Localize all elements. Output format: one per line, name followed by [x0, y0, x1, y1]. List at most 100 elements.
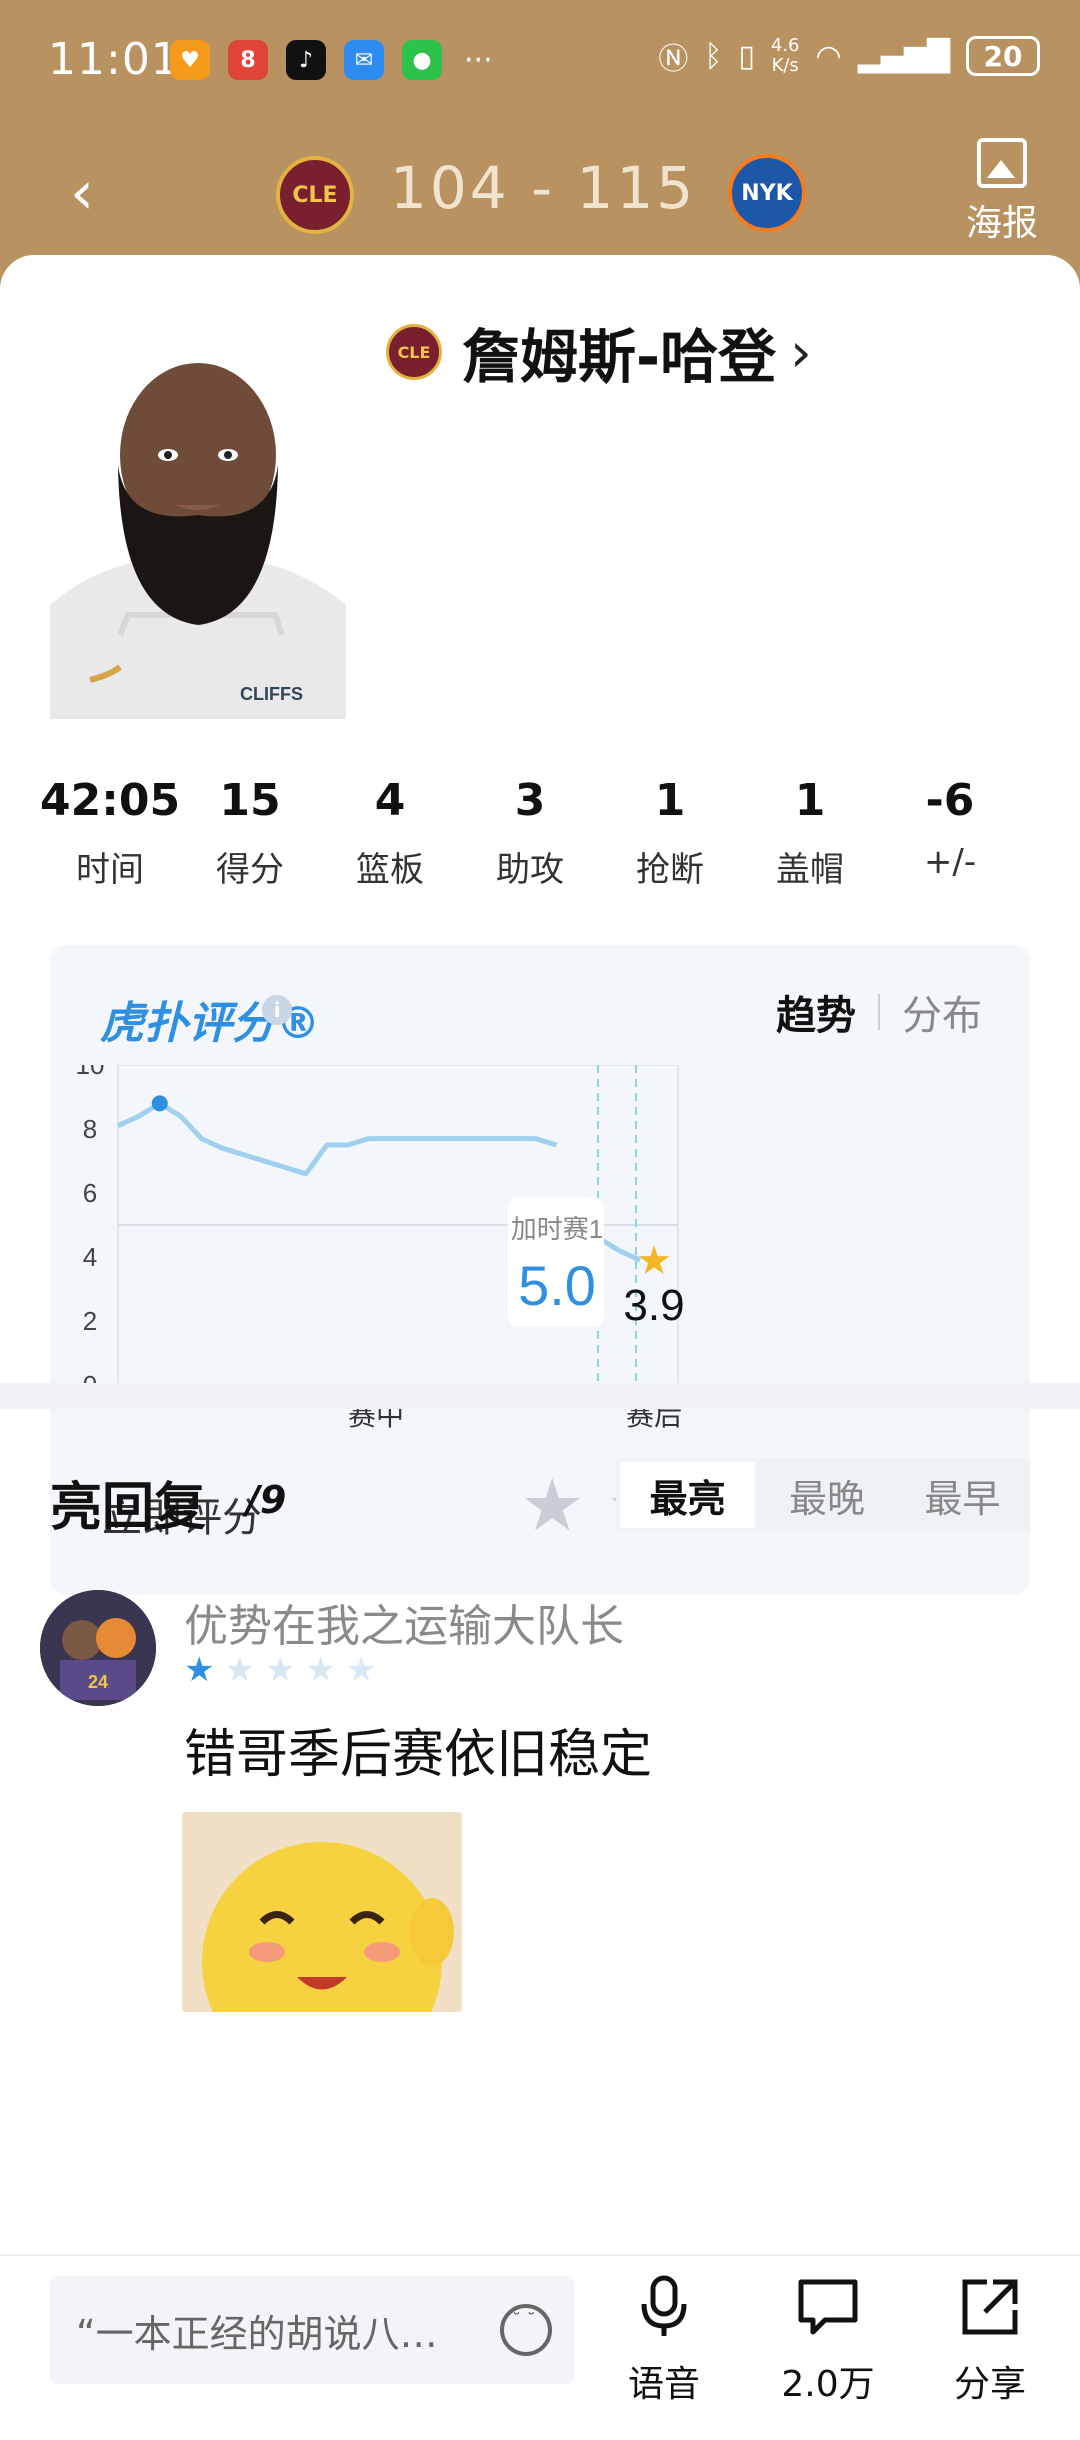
comment-icon	[758, 2274, 898, 2355]
app-notification-icon: ♥	[170, 40, 210, 80]
comments-count: /9	[246, 1478, 287, 1522]
comments-title: 亮回复	[50, 1478, 207, 1538]
game-score: 104 - 115	[390, 154, 697, 222]
battery-level: 20	[983, 39, 1023, 73]
stat-value: 1	[654, 775, 686, 826]
stat-value: 42:05	[40, 775, 181, 826]
comment-count-label: 2.0万	[781, 2364, 875, 2405]
sort-earliest[interactable]: 最早	[895, 1458, 1030, 1532]
info-icon[interactable]: i	[262, 995, 292, 1025]
player-team-logo: CLE	[386, 324, 442, 380]
back-icon[interactable]: ‹	[52, 158, 112, 228]
poster-label: 海报	[965, 203, 1038, 244]
comments-button[interactable]: 2.0万	[758, 2274, 898, 2407]
vibrate-icon: ▯	[738, 38, 755, 74]
stat-item: 15 得分	[180, 775, 320, 891]
home-team-abbr: CLE	[292, 182, 338, 208]
y-tick-label: 8	[83, 1114, 97, 1144]
section-divider	[0, 1383, 1080, 1409]
stats-row: 42:05 时间 15 得分 4 篮板 3 助攻 1 抢断 1 盖帽 -6 +/-	[40, 775, 1050, 891]
status-bar: 11:01 ♥ 8 ♪ ✉ ● ··· Ⓝ ᛒ ▯ 4.6 K/s ◠ ▂▄▆█…	[0, 0, 1080, 120]
away-team-logo[interactable]: NYK	[728, 154, 806, 232]
tiktok-icon: ♪	[286, 40, 326, 80]
final-score-label: 3.9	[623, 1281, 684, 1330]
peak-point	[151, 1095, 168, 1112]
stat-value: -6	[925, 775, 975, 826]
svg-text:24: 24	[88, 1672, 108, 1692]
tab-distribution[interactable]: 分布	[902, 983, 982, 1041]
tab-trend[interactable]: 趋势	[776, 983, 856, 1041]
poster-button[interactable]: 海报	[954, 138, 1050, 246]
tooltip-label: 加时赛1	[511, 1214, 603, 1244]
more-notifications-icon: ···	[464, 42, 493, 78]
comment-rating-stars: ★ ★ ★ ★ ★	[184, 1650, 376, 1690]
signal-icon: ▂▄▆█	[857, 38, 950, 74]
rating-trend-chart: 1086420 ★ 加时赛1 5.0 3.9 赛中 赛后	[76, 1065, 685, 1431]
app-notification-icon: 8	[228, 40, 268, 80]
stat-item: 1 盖帽	[740, 775, 880, 891]
stat-item: 42:05 时间	[40, 775, 180, 891]
stat-item: 4 篮板	[320, 775, 460, 891]
battery-icon: 20	[966, 36, 1040, 76]
stat-label: 抢断	[636, 850, 704, 890]
player-team-abbr: CLE	[397, 342, 431, 362]
status-time: 11:01	[48, 34, 180, 85]
star-icon: ★	[264, 1650, 296, 1690]
stat-item: 1 抢断	[600, 775, 740, 891]
star-icon: ★	[305, 1650, 336, 1690]
share-label: 分享	[953, 2364, 1026, 2405]
player-photo: CLIFFS	[50, 355, 346, 719]
sort-latest[interactable]: 最晚	[759, 1458, 894, 1532]
bluetooth-icon: ᛒ	[704, 38, 723, 74]
comment-username[interactable]: 优势在我之运输大队长	[184, 1590, 624, 1654]
comment-text: 错哥季后赛依旧稳定	[184, 1725, 653, 1785]
svg-text:CLIFFS: CLIFFS	[240, 684, 303, 704]
chat-app-icon: ✉	[344, 40, 384, 80]
stat-label: 盖帽	[776, 850, 844, 890]
stat-label: 时间	[76, 850, 144, 890]
final-star-icon: ★	[636, 1238, 672, 1284]
status-app-icons: ♥ 8 ♪ ✉ ● ···	[170, 40, 493, 80]
player-name: 詹姆斯-哈登	[462, 323, 777, 391]
comment-sort-tabs: 最亮 最晚 最早	[616, 1458, 1030, 1532]
share-icon	[920, 2274, 1060, 2355]
stat-item: 3 助攻	[460, 775, 600, 891]
bottom-bar: “一本正经的胡说八… 语音 2.0万 分享	[0, 2254, 1080, 2427]
star-icon[interactable]: ★	[520, 1465, 585, 1545]
star-icon: ★	[184, 1650, 215, 1690]
home-team-logo[interactable]: CLE	[276, 156, 354, 234]
chevron-right-icon: ›	[790, 320, 812, 384]
player-name-link[interactable]: CLE 詹姆斯-哈登 ›	[386, 310, 812, 394]
stat-label: 得分	[216, 850, 284, 890]
wifi-icon: ◠	[815, 38, 842, 74]
y-tick-label: 6	[83, 1178, 97, 1208]
status-right: Ⓝ ᛒ ▯ 4.6 K/s ◠ ▂▄▆█ 20	[658, 34, 1040, 78]
star-icon: ★	[224, 1650, 255, 1690]
sort-brightest[interactable]: 最亮	[620, 1462, 756, 1528]
nfc-icon: Ⓝ	[658, 42, 689, 77]
emoji-icon[interactable]	[500, 2304, 552, 2356]
tab-separator	[878, 994, 880, 1030]
y-tick-label: 2	[83, 1306, 97, 1336]
tooltip-value: 5.0	[518, 1254, 596, 1317]
poster-icon	[977, 138, 1027, 188]
rating-tabs: 趋势 分布	[776, 983, 982, 1041]
stat-item: -6 +/-	[880, 775, 1020, 891]
share-button[interactable]: 分享	[920, 2274, 1060, 2407]
star-icon: ★	[345, 1650, 377, 1690]
speed-unit: K/s	[771, 55, 799, 76]
comment-input-placeholder: “一本正经的胡说八…	[76, 2311, 438, 2356]
stat-value: 4	[374, 775, 406, 826]
stat-value: 3	[514, 775, 546, 826]
stat-label: 篮板	[356, 850, 424, 890]
stat-value: 1	[794, 775, 826, 826]
network-speed: 4.6 K/s	[771, 36, 800, 76]
player-card: CLE 詹姆斯-哈登 › CLIFFS 42:05 时间 15 得分 4 篮板 3 助攻…	[0, 255, 1080, 2440]
stat-label: +/-	[923, 842, 977, 882]
speed-value: 4.6	[770, 35, 800, 56]
comment-input[interactable]: “一本正经的胡说八…	[50, 2276, 574, 2384]
mic-icon	[594, 2274, 734, 2355]
avatar[interactable]: 24	[40, 1590, 156, 1706]
comment-image[interactable]	[182, 1812, 462, 2012]
voice-button[interactable]: 语音	[594, 2274, 734, 2407]
